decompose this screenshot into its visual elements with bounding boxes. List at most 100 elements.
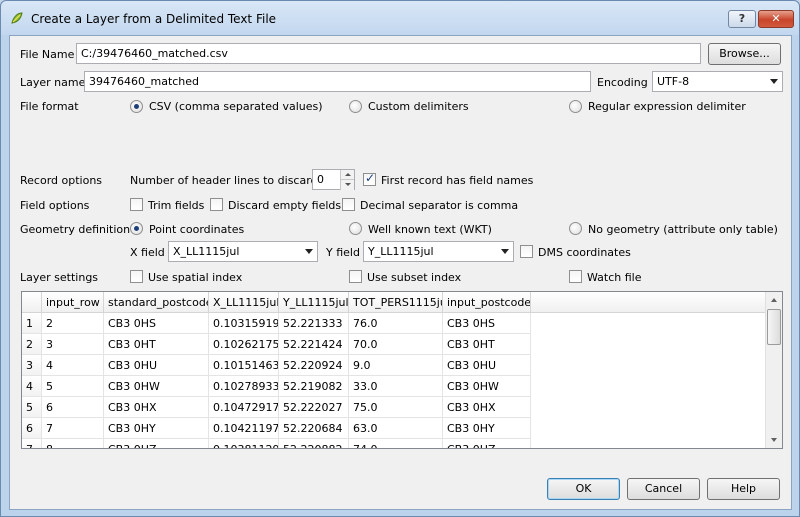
- spin-down-icon[interactable]: [340, 180, 354, 190]
- record-options-label: Record options: [20, 174, 103, 187]
- trim-fields-label[interactable]: Trim fields: [148, 199, 204, 212]
- no-geometry-radio[interactable]: [569, 222, 582, 235]
- column-header[interactable]: Y_LL1115jul: [279, 292, 349, 313]
- scrollbar-thumb[interactable]: [767, 309, 781, 345]
- table-cell: 0.10151463: [209, 355, 279, 376]
- row-number: 2: [22, 334, 42, 355]
- regex-delimiter-label[interactable]: Regular expression delimiter: [588, 100, 746, 113]
- field-options-label: Field options: [20, 199, 90, 212]
- table-row[interactable]: 3 4 CB3 0HU 0.10151463 52.220924 9.0 CB3…: [22, 355, 766, 376]
- csv-radio-label[interactable]: CSV (comma separated values): [149, 100, 323, 113]
- table-cell: 0.10315919: [209, 313, 279, 334]
- help-button[interactable]: Help: [707, 478, 780, 500]
- point-coordinates-radio[interactable]: [130, 222, 143, 235]
- chevron-down-icon: [770, 79, 778, 84]
- decimal-comma-checkbox[interactable]: [342, 198, 355, 211]
- spatial-index-checkbox[interactable]: [130, 270, 143, 283]
- sample-data-table[interactable]: input_row standard_postcode X_LL1115jul …: [21, 291, 783, 449]
- table-cell: 0.10421197: [209, 418, 279, 439]
- table-cell: 52.220882: [279, 439, 349, 448]
- column-header[interactable]: standard_postcode: [104, 292, 209, 313]
- x-field-label: X field: [130, 246, 165, 259]
- decimal-comma-label[interactable]: Decimal separator is comma: [360, 199, 518, 212]
- table-vertical-scrollbar[interactable]: [765, 292, 782, 448]
- table-cell: CB3 0HW: [104, 376, 209, 397]
- no-geometry-label[interactable]: No geometry (attribute only table): [588, 223, 778, 236]
- dialog-window: Create a Layer from a Delimited Text Fil…: [0, 0, 800, 517]
- table-cell: 2: [42, 313, 104, 334]
- table-cell: CB3 0HZ: [104, 439, 209, 448]
- first-record-label[interactable]: First record has field names: [381, 174, 533, 187]
- table-cell: CB3 0HY: [104, 418, 209, 439]
- first-record-checkbox[interactable]: [363, 171, 376, 186]
- trim-fields-checkbox[interactable]: [130, 198, 143, 211]
- column-header[interactable]: input_row: [42, 292, 104, 313]
- y-field-select[interactable]: Y_LL1115jul: [363, 241, 514, 262]
- dms-coordinates-checkbox[interactable]: [520, 245, 533, 258]
- discard-empty-checkbox[interactable]: [210, 198, 223, 211]
- custom-delimiters-label[interactable]: Custom delimiters: [368, 100, 469, 113]
- watch-file-checkbox[interactable]: [569, 270, 582, 283]
- table-row[interactable]: 6 7 CB3 0HY 0.10421197 52.220684 63.0 CB…: [22, 418, 766, 439]
- row-number: 7: [22, 439, 42, 448]
- encoding-select[interactable]: UTF-8: [652, 71, 783, 92]
- title-close-button[interactable]: ✕: [758, 10, 794, 28]
- wkt-label[interactable]: Well known text (WKT): [368, 223, 492, 236]
- custom-delimiters-radio[interactable]: [349, 100, 362, 113]
- csv-radio[interactable]: [130, 100, 143, 113]
- table-header: input_row standard_postcode X_LL1115jul …: [22, 292, 766, 313]
- title-bar[interactable]: Create a Layer from a Delimited Text Fil…: [1, 1, 799, 35]
- scroll-down-icon[interactable]: [766, 432, 782, 448]
- table-row[interactable]: 2 3 CB3 0HT 0.10262175 52.221424 70.0 CB…: [22, 334, 766, 355]
- table-row[interactable]: 1 2 CB3 0HS 0.10315919 52.221333 76.0 CB…: [22, 313, 766, 334]
- ok-button[interactable]: OK: [547, 478, 620, 500]
- dms-coordinates-label[interactable]: DMS coordinates: [538, 246, 631, 259]
- table-cell: 52.220684: [279, 418, 349, 439]
- table-cell: 9.0: [349, 355, 443, 376]
- layer-name-input[interactable]: 39476460_matched: [84, 71, 591, 92]
- corner-header[interactable]: [22, 292, 42, 313]
- header-lines-label: Number of header lines to discard: [130, 174, 318, 187]
- scroll-up-icon[interactable]: [766, 292, 782, 308]
- table-cell: CB3 0HX: [443, 397, 531, 418]
- spatial-index-label[interactable]: Use spatial index: [148, 271, 242, 284]
- point-coordinates-label[interactable]: Point coordinates: [149, 223, 244, 236]
- table-row[interactable]: 4 5 CB3 0HW 0.10278933 52.219082 33.0 CB…: [22, 376, 766, 397]
- qgis-app-icon: [11, 12, 23, 24]
- file-name-input[interactable]: C:/39476460_matched.csv: [76, 43, 701, 64]
- file-name-label: File Name: [20, 48, 75, 61]
- row-number: 1: [22, 313, 42, 334]
- subset-index-checkbox[interactable]: [349, 270, 362, 283]
- table-cell: CB3 0HW: [443, 376, 531, 397]
- table-cell: CB3 0HZ: [443, 439, 531, 448]
- table-cell: 52.220924: [279, 355, 349, 376]
- column-header[interactable]: TOT_PERS1115jul: [349, 292, 443, 313]
- regex-delimiter-radio[interactable]: [569, 100, 582, 113]
- table-cell: 0.10472917: [209, 397, 279, 418]
- header-lines-spinbox[interactable]: 0: [312, 169, 355, 190]
- layer-settings-label: Layer settings: [20, 271, 99, 284]
- spin-up-icon[interactable]: [340, 170, 354, 180]
- table-cell: CB3 0HU: [104, 355, 209, 376]
- file-format-label: File format: [20, 100, 79, 113]
- wkt-radio[interactable]: [349, 222, 362, 235]
- table-cell: 52.219082: [279, 376, 349, 397]
- row-number: 5: [22, 397, 42, 418]
- table-row[interactable]: 7 8 CB3 0HZ 0.10381129 52.220882 74.0 CB…: [22, 439, 766, 448]
- table-cell: CB3 0HT: [104, 334, 209, 355]
- column-header[interactable]: X_LL1115jul: [209, 292, 279, 313]
- header-lines-value: 0: [317, 173, 324, 186]
- cancel-button[interactable]: Cancel: [627, 478, 700, 500]
- table-cell: 52.221424: [279, 334, 349, 355]
- table-row[interactable]: 5 6 CB3 0HX 0.10472917 52.222027 75.0 CB…: [22, 397, 766, 418]
- subset-index-label[interactable]: Use subset index: [367, 271, 461, 284]
- title-help-button[interactable]: ?: [728, 10, 756, 28]
- browse-button[interactable]: Browse...: [708, 43, 781, 65]
- column-header[interactable]: input_postcode: [443, 292, 531, 313]
- x-field-select[interactable]: X_LL1115jul: [168, 241, 318, 262]
- watch-file-label[interactable]: Watch file: [587, 271, 642, 284]
- discard-empty-label[interactable]: Discard empty fields: [228, 199, 341, 212]
- x-field-value: X_LL1115jul: [173, 245, 240, 258]
- table-cell: 6: [42, 397, 104, 418]
- table-cell: 76.0: [349, 313, 443, 334]
